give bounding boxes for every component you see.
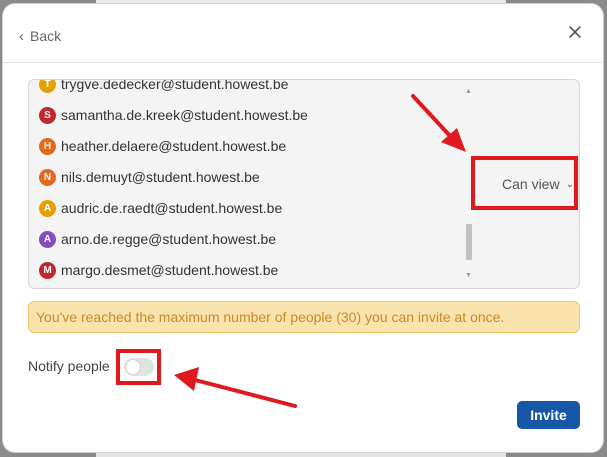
annotation-arrow-line xyxy=(193,378,297,408)
annotation-arrow-line xyxy=(411,94,454,140)
annotation-arrows xyxy=(174,94,466,408)
arrowhead-icon xyxy=(174,367,199,391)
